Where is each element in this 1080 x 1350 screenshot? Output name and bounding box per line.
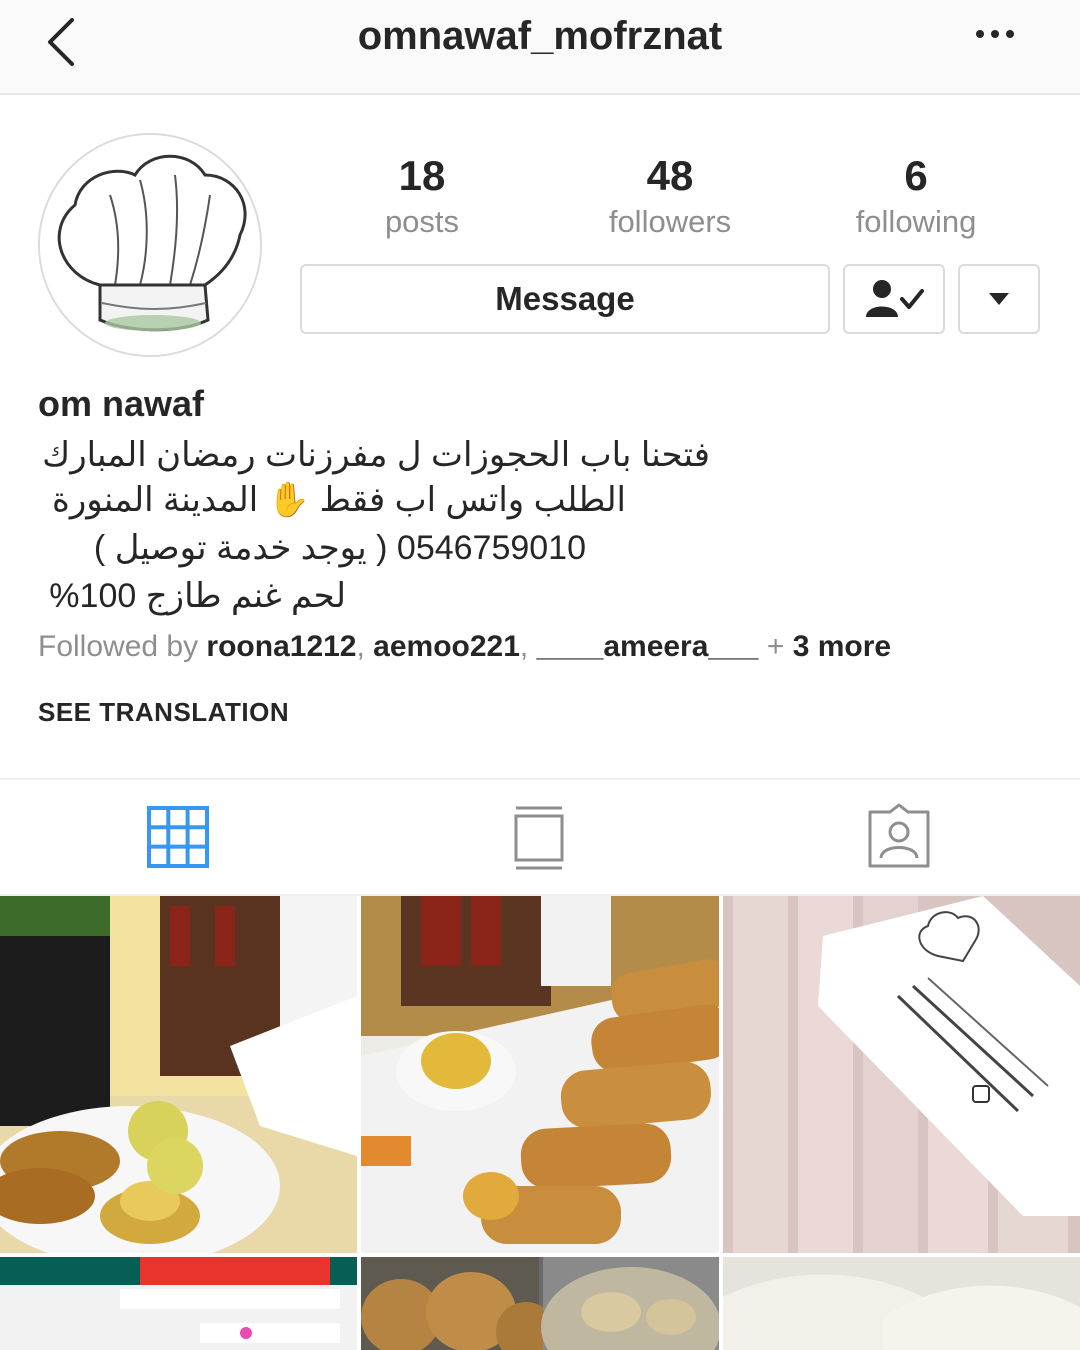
- profile-avatar[interactable]: [38, 133, 262, 357]
- following-count: 6: [904, 152, 928, 199]
- tab-grid[interactable]: [143, 802, 213, 872]
- followed-by-prefix: Followed by: [38, 630, 199, 663]
- follower-user-link[interactable]: roona1212: [206, 630, 356, 663]
- profile-full-name: om nawaf: [38, 383, 205, 424]
- posts-stat: 18 posts: [312, 150, 532, 242]
- top-nav-bar: omnawaf_mofrznat: [0, 0, 1080, 95]
- triangle-down-icon: [989, 293, 1009, 305]
- tagged-person-icon: [868, 803, 930, 868]
- post-thumbnail[interactable]: [723, 1257, 1080, 1350]
- feed-icon: [514, 806, 564, 870]
- bio-line: لحم غنم طازج 100%: [49, 577, 346, 615]
- following-label: following: [855, 204, 977, 239]
- more-options-button[interactable]: [970, 14, 1020, 54]
- tab-tagged[interactable]: [864, 802, 934, 872]
- person-check-icon: [866, 280, 924, 317]
- chef-hat-icon: [40, 135, 260, 355]
- posts-grid: [0, 896, 1080, 1350]
- followers-count: 48: [646, 152, 694, 199]
- post-thumbnail[interactable]: [361, 1257, 719, 1350]
- plus-sign: +: [766, 630, 785, 663]
- see-translation-link[interactable]: SEE TRANSLATION: [38, 697, 289, 728]
- followers-stat[interactable]: 48 followers: [560, 150, 780, 242]
- message-button[interactable]: Message: [300, 264, 830, 334]
- more-followers-link[interactable]: 3 more: [793, 630, 891, 663]
- bio-line-phone[interactable]: 0546759010 ( يوجد خدمة توصيل ): [38, 528, 586, 568]
- following-status-button[interactable]: [843, 264, 945, 334]
- profile-username: omnawaf_mofrznat: [357, 14, 723, 58]
- followers-label: followers: [608, 204, 732, 239]
- suggested-dropdown-button[interactable]: [958, 264, 1040, 334]
- grid-icon: [147, 806, 209, 868]
- more-horizontal-icon: [976, 30, 1014, 38]
- posts-count: 18: [398, 152, 446, 199]
- post-thumbnail[interactable]: [0, 896, 357, 1253]
- bio-line: الطلب واتس اب فقط ✋ المدينة المنورة: [52, 481, 626, 519]
- posts-label: posts: [384, 204, 460, 239]
- follower-user-link[interactable]: ____ameera___: [537, 630, 759, 663]
- post-thumbnail[interactable]: [0, 1257, 357, 1350]
- profile-tab-bar: [0, 778, 1080, 896]
- tab-feed[interactable]: [504, 802, 574, 872]
- post-thumbnail[interactable]: [723, 896, 1080, 1253]
- followed-by-line[interactable]: Followed by roona1212, aemoo221, ____ame…: [38, 630, 891, 664]
- follower-user-link[interactable]: aemoo221: [373, 630, 520, 663]
- post-thumbnail[interactable]: [361, 896, 719, 1253]
- bio-line: فتحنا باب الحجوزات ل مفرزنات رمضان المبا…: [42, 436, 710, 474]
- following-stat[interactable]: 6 following: [806, 150, 1026, 242]
